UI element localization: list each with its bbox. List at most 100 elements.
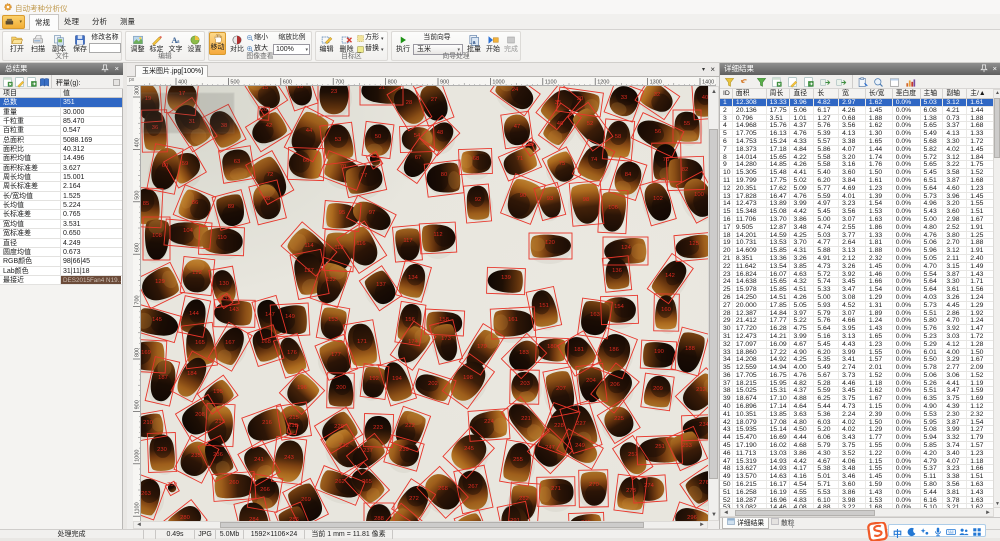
svg-text:27: 27	[431, 97, 437, 103]
svg-text:210: 210	[143, 420, 153, 426]
svg-text:171: 171	[357, 339, 367, 345]
svg-text:93: 93	[547, 196, 553, 202]
svg-text:227: 227	[576, 421, 586, 427]
svg-text:108: 108	[152, 233, 162, 239]
svg-text:112: 112	[433, 232, 442, 238]
svg-text:149: 149	[285, 314, 295, 320]
svg-text:1200: 1200	[597, 80, 609, 86]
svg-text:66: 66	[303, 158, 309, 164]
svg-text:74: 74	[591, 157, 598, 163]
svg-text:235: 235	[191, 453, 201, 459]
svg-text:163: 163	[590, 312, 600, 318]
svg-text:48: 48	[437, 130, 443, 136]
svg-text:28: 28	[406, 100, 412, 106]
svg-text:127: 127	[304, 268, 314, 274]
svg-text:207: 207	[556, 386, 566, 392]
svg-text:16: 16	[297, 86, 303, 90]
svg-text:251: 251	[655, 444, 665, 450]
svg-text:183: 183	[519, 350, 529, 356]
svg-text:47: 47	[514, 124, 520, 130]
svg-text:262: 262	[335, 479, 345, 485]
svg-text:190: 190	[654, 349, 664, 355]
svg-text:400: 400	[178, 80, 187, 86]
svg-text:21: 21	[379, 86, 385, 91]
svg-text:700: 700	[135, 295, 141, 304]
svg-text:165: 165	[195, 340, 205, 346]
svg-text:236: 236	[213, 452, 223, 458]
svg-text:269: 269	[301, 497, 311, 503]
svg-text:176: 176	[287, 350, 297, 356]
svg-text:278: 278	[626, 488, 636, 494]
svg-text:208: 208	[195, 412, 205, 418]
svg-text:196: 196	[297, 385, 307, 391]
svg-text:15: 15	[262, 86, 268, 91]
svg-text:68: 68	[473, 156, 479, 162]
svg-text:223: 223	[373, 425, 383, 431]
svg-text:125: 125	[689, 241, 699, 247]
svg-text:243: 243	[284, 455, 294, 461]
svg-text:222: 222	[405, 423, 415, 429]
svg-text:72: 72	[267, 172, 273, 178]
svg-text:257: 257	[628, 452, 638, 458]
svg-text:209: 209	[653, 386, 663, 392]
svg-text:1300: 1300	[650, 80, 662, 86]
svg-text:97: 97	[369, 210, 375, 216]
svg-text:118: 118	[334, 245, 343, 251]
svg-text:204: 204	[586, 378, 596, 384]
svg-text:137: 137	[376, 282, 386, 288]
svg-text:400: 400	[135, 138, 141, 147]
svg-text:268: 268	[438, 486, 448, 492]
svg-text:198: 198	[463, 375, 473, 381]
svg-text:181: 181	[574, 347, 584, 353]
svg-text:247: 247	[545, 445, 555, 451]
svg-text:900: 900	[135, 400, 141, 409]
svg-text:800: 800	[135, 348, 141, 357]
svg-text:59: 59	[182, 161, 188, 167]
svg-text:212: 212	[696, 387, 706, 393]
svg-text:90: 90	[520, 193, 526, 199]
svg-text:234: 234	[699, 422, 708, 428]
svg-text:224: 224	[484, 419, 494, 425]
svg-text:26: 26	[261, 107, 267, 113]
svg-text:71: 71	[517, 156, 523, 162]
svg-text:230: 230	[157, 447, 167, 453]
svg-text:a: a	[176, 38, 179, 45]
svg-text:259: 259	[167, 482, 177, 488]
svg-text:84: 84	[625, 172, 632, 178]
svg-text:154: 154	[614, 304, 624, 310]
svg-text:153: 153	[328, 317, 338, 323]
svg-text:145: 145	[152, 317, 162, 323]
svg-text:1100: 1100	[135, 502, 141, 514]
svg-text:134: 134	[408, 275, 418, 281]
svg-text:92: 92	[475, 197, 481, 203]
svg-text:a: a	[473, 40, 476, 46]
svg-text:116: 116	[356, 241, 365, 247]
svg-text:221: 221	[521, 416, 531, 422]
svg-text:32: 32	[654, 92, 660, 98]
svg-text:63: 63	[234, 159, 240, 165]
svg-text:179: 179	[477, 344, 487, 350]
svg-text:147: 147	[265, 312, 275, 318]
svg-text:253: 253	[682, 443, 692, 449]
svg-text:300: 300	[135, 86, 141, 95]
svg-text:500: 500	[230, 80, 239, 86]
svg-text:151: 151	[539, 303, 549, 309]
svg-text:143: 143	[229, 307, 239, 313]
svg-text:33: 33	[621, 95, 627, 101]
svg-text:188: 188	[685, 346, 695, 352]
svg-text:110: 110	[217, 235, 226, 241]
svg-text:800: 800	[388, 80, 397, 86]
svg-text:95: 95	[339, 210, 345, 216]
svg-text:88: 88	[264, 196, 270, 202]
svg-text:216: 216	[262, 420, 272, 426]
svg-text:67: 67	[415, 155, 421, 161]
svg-text:160: 160	[661, 307, 671, 313]
svg-text:167: 167	[225, 340, 235, 346]
svg-text:120: 120	[545, 240, 555, 246]
svg-text:114: 114	[304, 243, 314, 249]
svg-text:124: 124	[621, 245, 631, 251]
svg-text:169: 169	[141, 350, 151, 356]
svg-text:249: 249	[575, 443, 585, 449]
svg-text:104: 104	[183, 228, 193, 234]
svg-text:202: 202	[428, 381, 438, 387]
